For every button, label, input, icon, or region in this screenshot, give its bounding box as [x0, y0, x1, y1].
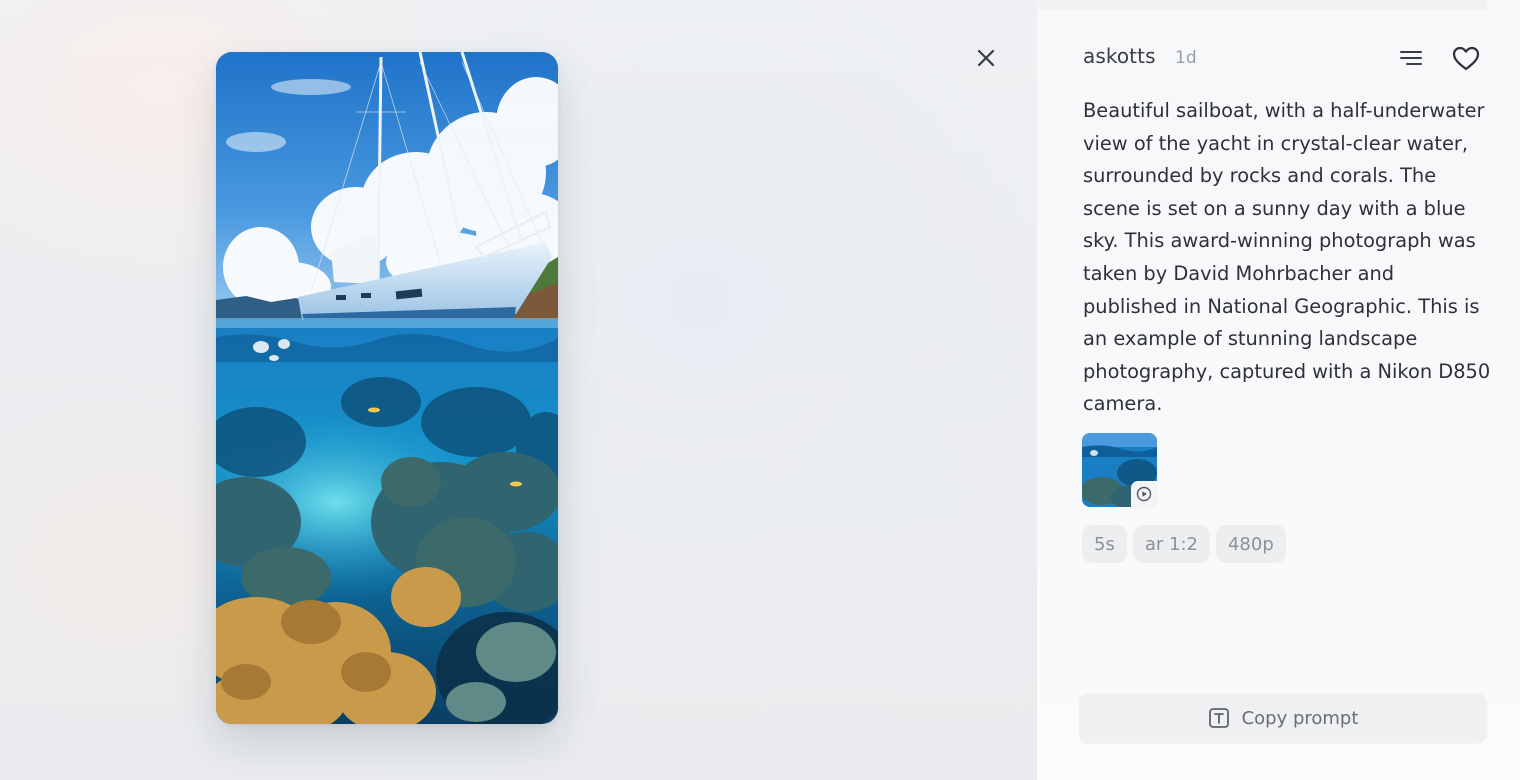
menu-lines-icon — [1400, 51, 1422, 65]
heart-icon — [1452, 46, 1480, 71]
chip-duration: 5s — [1082, 525, 1127, 563]
copy-prompt-button[interactable]: Copy prompt — [1079, 693, 1487, 743]
media-preview[interactable] — [216, 52, 558, 724]
prompt-text: Beautiful sailboat, with a half-underwat… — [1083, 99, 1491, 416]
copy-prompt-label: Copy prompt — [1241, 707, 1359, 729]
settings-chips: 5s ar 1:2 480p — [1082, 525, 1286, 563]
chip-resolution: 480p — [1215, 525, 1286, 563]
play-circle-icon — [1136, 486, 1152, 502]
close-button[interactable] — [970, 42, 1002, 74]
author-name[interactable]: askotts — [1083, 44, 1156, 68]
sailboat-image — [216, 52, 558, 724]
chip-aspect-ratio: ar 1:2 — [1132, 525, 1210, 563]
like-button[interactable] — [1450, 43, 1482, 75]
text-box-icon — [1208, 708, 1229, 728]
menu-button[interactable] — [1396, 43, 1426, 73]
close-icon — [977, 49, 995, 67]
post-age: 1d — [1175, 48, 1197, 68]
panel-top-strip — [1037, 0, 1487, 10]
play-badge[interactable] — [1131, 481, 1157, 507]
